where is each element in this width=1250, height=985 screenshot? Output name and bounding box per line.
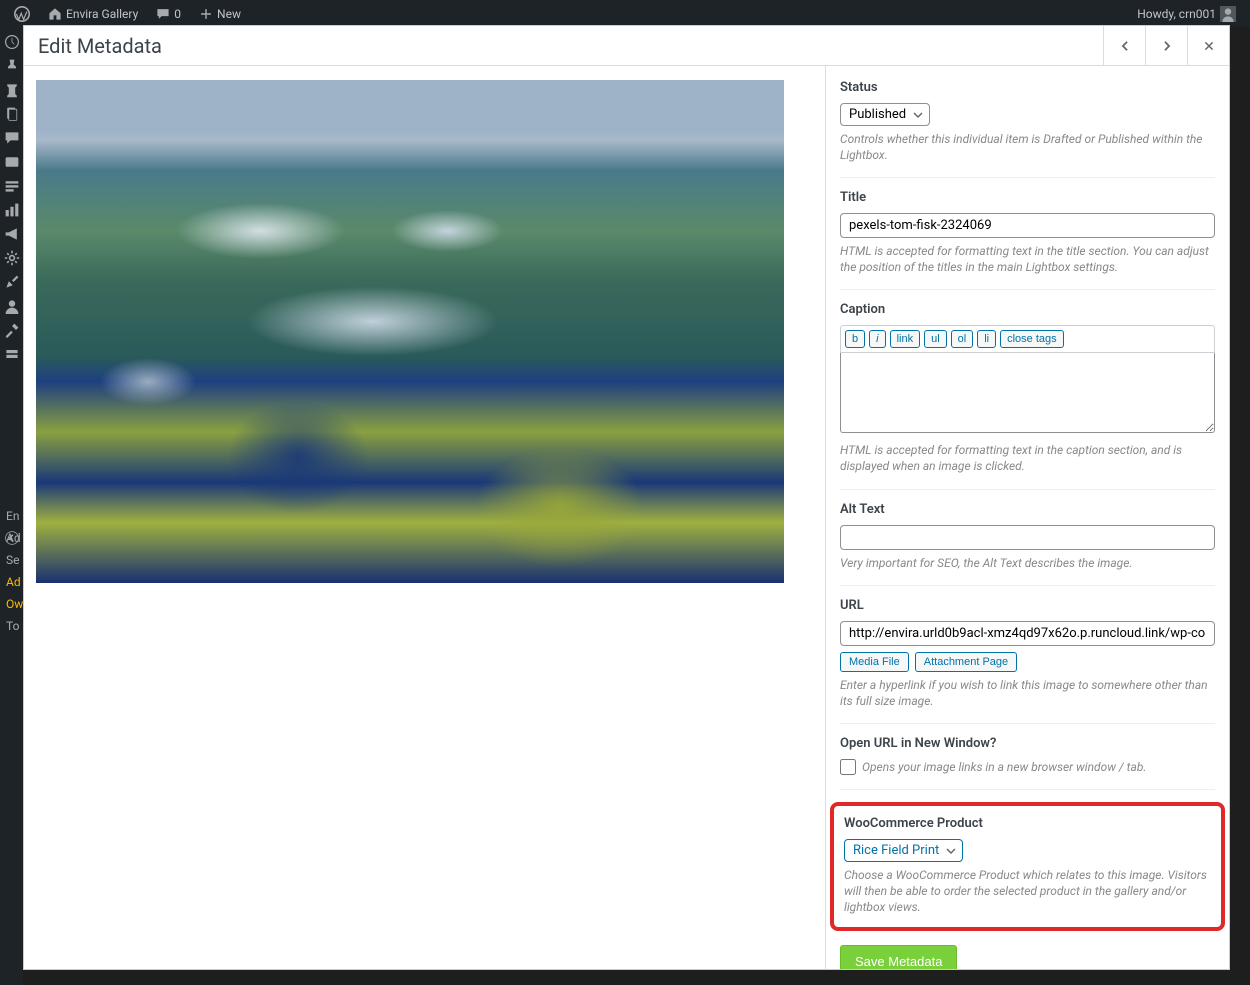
pages-icon[interactable]: [2, 105, 22, 123]
close-button[interactable]: [1187, 26, 1229, 65]
gear-icon[interactable]: [2, 249, 22, 267]
woo-label: WooCommerce Product: [844, 816, 1211, 831]
status-group: Status Published Controls whether this i…: [840, 80, 1215, 178]
caption-toolbar: b i link ul ol li close tags: [840, 325, 1215, 353]
title-label: Title: [840, 190, 1215, 205]
woo-help: Choose a WooCommerce Product which relat…: [844, 868, 1211, 915]
tools-icon[interactable]: [2, 321, 22, 339]
url-group: URL Media File Attachment Page Enter a h…: [840, 598, 1215, 724]
status-label: Status: [840, 80, 1215, 95]
admin-menu: En Ad Se Ad Ow To: [0, 27, 23, 985]
plus-icon: [199, 7, 213, 21]
comments-link[interactable]: 0: [150, 7, 187, 21]
status-select[interactable]: Published: [840, 103, 930, 126]
new-window-group: Open URL in New Window? Opens your image…: [840, 736, 1215, 790]
close-icon: [1203, 40, 1215, 52]
modal-title: Edit Metadata: [38, 34, 162, 58]
image-preview: [36, 80, 784, 583]
wp-logo[interactable]: [8, 6, 36, 22]
alt-input[interactable]: [840, 525, 1215, 550]
woocommerce-highlight: WooCommerce Product Rice Field Print Cho…: [830, 802, 1225, 931]
alt-help: Very important for SEO, the Alt Text des…: [840, 556, 1215, 572]
plugins-icon[interactable]: [2, 345, 22, 363]
chevron-left-icon: [1118, 39, 1132, 53]
site-link[interactable]: Envira Gallery: [42, 7, 144, 21]
url-input[interactable]: [840, 621, 1215, 646]
badge-icon[interactable]: [2, 153, 22, 171]
media-file-button[interactable]: Media File: [840, 652, 909, 672]
url-label: URL: [840, 598, 1215, 613]
caption-help: HTML is accepted for formatting text in …: [840, 443, 1215, 474]
alt-group: Alt Text Very important for SEO, the Alt…: [840, 502, 1215, 587]
attachment-page-button[interactable]: Attachment Page: [915, 652, 1017, 672]
title-input[interactable]: [840, 213, 1215, 238]
image-preview-area: [24, 66, 825, 969]
ol-button[interactable]: ol: [951, 330, 974, 348]
new-window-checkbox[interactable]: [840, 759, 856, 775]
new-window-label: Open URL in New Window?: [840, 736, 1215, 751]
li-button[interactable]: li: [977, 330, 996, 348]
new-link[interactable]: New: [193, 7, 247, 21]
howdy-link[interactable]: Howdy, crn001: [1131, 6, 1242, 22]
megaphone-icon[interactable]: [2, 225, 22, 243]
site-name: Envira Gallery: [66, 7, 138, 21]
metadata-sidebar: Status Published Controls whether this i…: [825, 66, 1229, 969]
new-label: New: [217, 7, 241, 21]
closetags-button[interactable]: close tags: [1000, 330, 1064, 348]
save-metadata-button[interactable]: Save Metadata: [840, 945, 957, 969]
bold-button[interactable]: b: [845, 330, 865, 348]
wordpress-icon: [14, 6, 30, 22]
avatar-icon: [1220, 6, 1236, 22]
italic-button[interactable]: i: [869, 330, 885, 348]
brush-icon[interactable]: [2, 273, 22, 291]
howdy-text: Howdy, crn001: [1137, 7, 1216, 21]
stats-icon[interactable]: [2, 201, 22, 219]
title-group: Title HTML is accepted for formatting te…: [840, 190, 1215, 290]
ul-button[interactable]: ul: [924, 330, 947, 348]
home-icon: [48, 7, 62, 21]
pin-icon[interactable]: [2, 57, 22, 75]
comment-icon: [156, 7, 170, 21]
woo-select[interactable]: Rice Field Print: [844, 839, 963, 862]
edit-metadata-modal: Edit Metadata Status Published Controls …: [23, 25, 1230, 970]
admin-submenu: En Ad Se Ad Ow To: [6, 505, 23, 637]
media-icon[interactable]: [2, 81, 22, 99]
modal-header: Edit Metadata: [24, 26, 1229, 66]
dashboard-icon[interactable]: [2, 33, 22, 51]
status-help: Controls whether this individual item is…: [840, 132, 1215, 163]
caption-label: Caption: [840, 302, 1215, 317]
new-window-check-label: Opens your image links in a new browser …: [862, 760, 1146, 774]
link-button[interactable]: link: [890, 330, 921, 348]
admin-bar: Envira Gallery 0 New Howdy, crn001: [0, 0, 1250, 27]
comment-count: 0: [174, 7, 181, 21]
forms-icon[interactable]: [2, 177, 22, 195]
url-help: Enter a hyperlink if you wish to link th…: [840, 678, 1215, 709]
comments-icon[interactable]: [2, 129, 22, 147]
title-help: HTML is accepted for formatting text in …: [840, 244, 1215, 275]
prev-button[interactable]: [1103, 26, 1145, 65]
caption-group: Caption b i link ul ol li close tags HTM…: [840, 302, 1215, 489]
alt-label: Alt Text: [840, 502, 1215, 517]
chevron-right-icon: [1160, 39, 1174, 53]
caption-textarea[interactable]: [840, 353, 1215, 433]
users-icon[interactable]: [2, 297, 22, 315]
next-button[interactable]: [1145, 26, 1187, 65]
